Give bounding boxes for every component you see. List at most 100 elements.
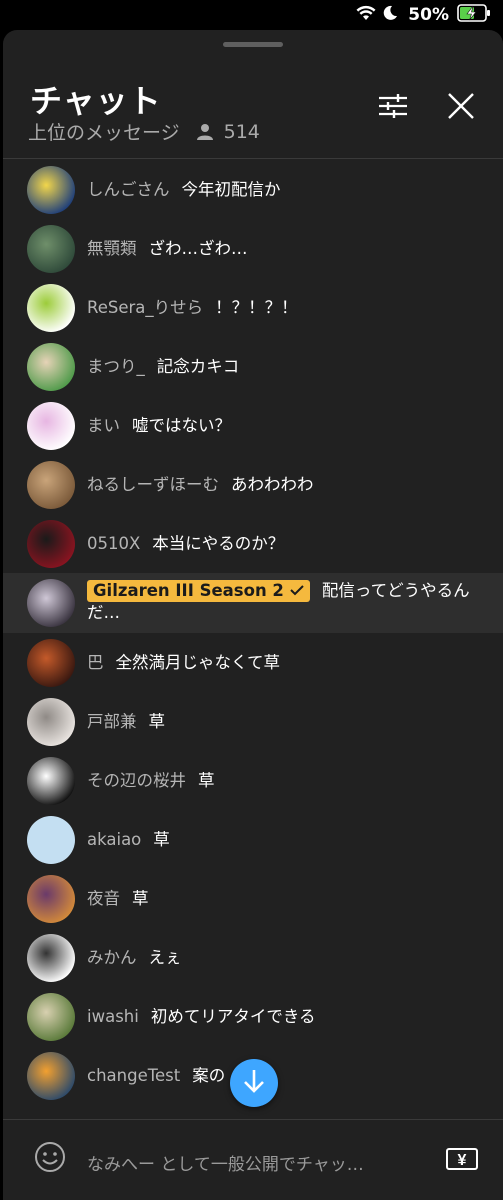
author-name: Gilzaren III Season 2 [93, 581, 284, 600]
message-row[interactable]: ReSera_りせら ！？！？！ [3, 278, 503, 337]
chat-header: チャット 上位のメッセージ 514 [3, 74, 503, 159]
avatar[interactable] [27, 992, 75, 1041]
close-icon [447, 92, 475, 124]
avatar[interactable] [27, 933, 75, 982]
message-row[interactable]: 無顎類 ざわ…ざわ… [3, 219, 503, 278]
super-chat-label: ¥ [458, 1152, 467, 1169]
chat-input-field[interactable]: なみへー として一般公開でチャッ… [87, 1150, 364, 1175]
message-row[interactable]: ねるしーずほーむ あわわわわ [3, 455, 503, 514]
chat-mode-label: 上位のメッセージ [28, 122, 180, 144]
message-text: ReSera_りせら ！？！？！ [87, 297, 298, 319]
message-list[interactable]: しんごさん 今年初配信か 無顎類 ざわ…ざわ… ReSera_りせら ！？！？！ まつり_ 記… [3, 159, 503, 1119]
avatar[interactable] [27, 165, 75, 214]
message-row[interactable]: 0510X 本当にやるのか？ [3, 514, 503, 573]
moon-icon [382, 5, 398, 26]
author-name[interactable]: changeTest [87, 1066, 180, 1085]
owner-author-badge[interactable]: Gilzaren III Season 2 [87, 580, 310, 602]
avatar[interactable] [27, 224, 75, 273]
avatar[interactable] [27, 342, 75, 391]
battery-charging-icon [457, 3, 491, 27]
avatar[interactable] [27, 756, 75, 805]
author-name[interactable]: 無顎類 [87, 239, 137, 258]
avatar[interactable] [27, 1051, 75, 1100]
message-body: 嘘ではない？ [132, 415, 231, 435]
message-body: ざわ…ざわ… [148, 238, 248, 258]
filter-button[interactable] [373, 88, 413, 128]
message-row[interactable]: 巴全然満月じゃなくて草 [3, 633, 503, 692]
message-row[interactable]: みかん えぇ [3, 928, 503, 987]
message-body: 草 [148, 711, 166, 731]
chat-mode-selector[interactable]: 上位のメッセージ 514 [28, 118, 260, 145]
author-name[interactable]: しんごさん [87, 180, 170, 199]
author-name[interactable]: 戸部兼 [87, 712, 137, 731]
message-body: 記念カキコ [156, 356, 240, 376]
message-body: 草 [198, 770, 215, 790]
verified-check-icon [290, 580, 304, 602]
message-body: 今年初配信か [181, 179, 281, 199]
author-name[interactable]: ReSera_りせら [87, 298, 203, 317]
author-name[interactable]: 巴 [87, 653, 104, 672]
author-name[interactable]: akaiao [87, 830, 141, 849]
avatar[interactable] [27, 874, 75, 923]
author-name[interactable]: みかん [87, 948, 137, 967]
message-text: changeTest 案の [87, 1065, 225, 1087]
owner-message-row[interactable]: Gilzaren III Season 2 配信ってどうやるんだ… [3, 573, 503, 633]
message-row[interactable]: 夜音草 [3, 869, 503, 928]
battery-percent: 50% [408, 5, 449, 25]
avatar[interactable] [27, 638, 75, 687]
avatar[interactable] [27, 460, 75, 509]
message-text: まい 嘘ではない？ [87, 415, 231, 437]
message-body: えぇ [148, 947, 182, 967]
message-body: 本当にやるのか？ [152, 533, 285, 553]
message-text: 戸部兼草 [87, 711, 165, 733]
message-text: iwashi 初めてリアタイできる [87, 1006, 316, 1028]
avatar[interactable] [27, 697, 75, 746]
author-name[interactable]: 夜音 [87, 889, 120, 908]
super-chat-button[interactable]: ¥ [445, 1146, 479, 1172]
message-text: みかん えぇ [87, 947, 182, 969]
scroll-to-bottom-button[interactable] [230, 1059, 278, 1107]
drag-handle[interactable] [223, 42, 283, 47]
viewer-icon [196, 123, 214, 141]
message-body: 草 [132, 888, 149, 908]
message-row[interactable]: まい 嘘ではない？ [3, 396, 503, 455]
message-row[interactable]: まつり_ 記念カキコ [3, 337, 503, 396]
message-text: akaiao 草 [87, 829, 170, 851]
message-text: しんごさん 今年初配信か [87, 179, 281, 201]
author-name[interactable]: 0510X [87, 534, 140, 553]
message-text: その辺の桜井草 [87, 770, 215, 792]
message-text: ねるしーずほーむ あわわわわ [87, 474, 314, 496]
message-text: Gilzaren III Season 2 配信ってどうやるんだ… [87, 580, 477, 624]
message-body: あわわわわ [231, 474, 314, 494]
avatar[interactable] [27, 579, 75, 627]
message-body: 草 [153, 829, 170, 849]
avatar[interactable] [27, 519, 75, 568]
author-name[interactable]: まい [87, 416, 120, 435]
status-bar: 50% [0, 0, 503, 30]
message-text: 無顎類 ざわ…ざわ… [87, 238, 248, 260]
super-chat-yen-icon: ¥ [446, 1148, 478, 1170]
message-text: 巴全然満月じゃなくて草 [87, 652, 280, 674]
message-row[interactable]: その辺の桜井草 [3, 751, 503, 810]
author-name[interactable]: その辺の桜井 [87, 771, 186, 790]
emoji-button[interactable] [33, 1142, 67, 1176]
message-body: 全然満月じゃなくて草 [115, 652, 281, 672]
author-name[interactable]: iwashi [87, 1007, 139, 1026]
message-row[interactable]: akaiao 草 [3, 810, 503, 869]
message-row[interactable]: しんごさん 今年初配信か [3, 160, 503, 219]
message-row[interactable]: 戸部兼草 [3, 692, 503, 751]
author-name[interactable]: ねるしーずほーむ [87, 475, 219, 494]
filter-sliders-icon [378, 93, 408, 123]
avatar[interactable] [27, 815, 75, 864]
avatar[interactable] [27, 283, 75, 332]
message-row[interactable]: iwashi 初めてリアタイできる [3, 987, 503, 1046]
author-name[interactable]: まつり_ [87, 357, 145, 376]
message-text: 0510X 本当にやるのか？ [87, 533, 284, 555]
message-text: 夜音草 [87, 888, 149, 910]
message-body: ！？！？！ [215, 297, 298, 317]
viewer-count: 514 [223, 120, 260, 143]
close-button[interactable] [441, 88, 481, 128]
emoji-smile-icon [34, 1141, 66, 1177]
chat-input-bar: なみへー として一般公開でチャッ… ¥ [3, 1119, 503, 1200]
avatar[interactable] [27, 401, 75, 450]
